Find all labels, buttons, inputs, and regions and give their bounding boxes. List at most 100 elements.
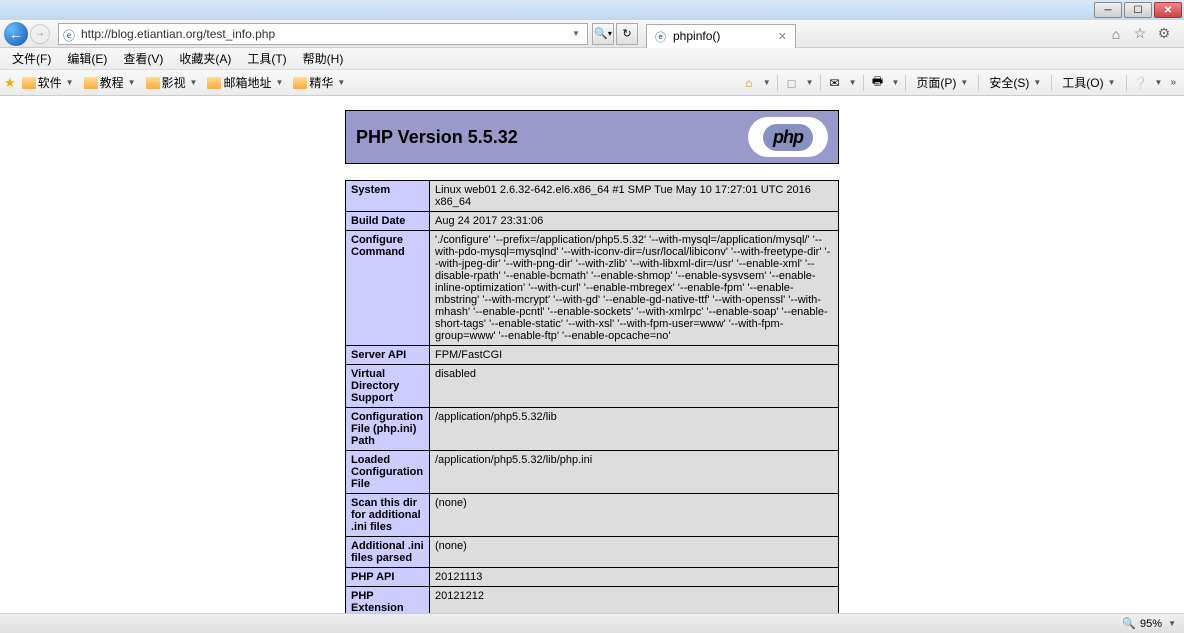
- row-value: /application/php5.5.32/lib/php.ini: [430, 451, 839, 494]
- tab-title: phpinfo(): [673, 29, 770, 43]
- row-label: PHP API: [346, 568, 430, 587]
- folder-icon: [207, 77, 221, 89]
- row-label: Loaded Configuration File: [346, 451, 430, 494]
- php-logo: php: [748, 117, 828, 157]
- bookmark-item[interactable]: 精华 ▼: [289, 72, 349, 93]
- settings-gear-icon[interactable]: ⚙: [1156, 26, 1172, 42]
- folder-icon: [146, 77, 160, 89]
- url-dropdown-icon[interactable]: ▼: [569, 29, 583, 38]
- table-row: Configure Command'./configure' '--prefix…: [346, 231, 839, 346]
- table-row: Additional .ini files parsed(none): [346, 537, 839, 568]
- chevron-down-icon: ▼: [892, 78, 900, 87]
- table-row: Build DateAug 24 2017 23:31:06: [346, 212, 839, 231]
- window-close-button[interactable]: ✕: [1154, 2, 1182, 18]
- chevron-down-icon: ▼: [128, 78, 136, 87]
- table-row: Server APIFPM/FastCGI: [346, 346, 839, 365]
- page-label: 页面(P): [916, 74, 956, 91]
- menu-help[interactable]: 帮助(H): [295, 48, 352, 69]
- chevron-down-icon: ▼: [849, 78, 857, 87]
- ie-icon: ⓔ: [63, 27, 77, 41]
- menu-view[interactable]: 查看(V): [115, 48, 171, 69]
- row-value: Aug 24 2017 23:31:06: [430, 212, 839, 231]
- chevron-down-icon: ▼: [66, 78, 74, 87]
- chevron-down-icon: ▼: [1168, 619, 1176, 628]
- zoom-icon: 🔍: [1122, 617, 1136, 630]
- status-bar: 🔍 95% ▼: [0, 613, 1184, 633]
- row-label: Configure Command: [346, 231, 430, 346]
- bookmark-item[interactable]: 软件 ▼: [18, 72, 78, 93]
- bookmark-label: 影视: [162, 74, 186, 91]
- safety-label: 安全(S): [989, 74, 1029, 91]
- bookmark-label: 精华: [309, 74, 333, 91]
- url-text: http://blog.etiantian.org/test_info.php: [81, 27, 569, 41]
- home-icon[interactable]: ⌂: [1108, 26, 1124, 42]
- table-row: Loaded Configuration File/application/ph…: [346, 451, 839, 494]
- feeds-icon[interactable]: ◻: [784, 75, 800, 91]
- menu-favorites[interactable]: 收藏夹(A): [171, 48, 239, 69]
- print-icon[interactable]: 🖶: [870, 75, 886, 91]
- safety-menu[interactable]: 安全(S)▼: [985, 72, 1045, 93]
- bookmark-label: 软件: [38, 74, 62, 91]
- zoom-control[interactable]: 🔍 95% ▼: [1122, 617, 1176, 630]
- address-bar[interactable]: ⓔ http://blog.etiantian.org/test_info.ph…: [58, 23, 588, 45]
- table-row: PHP Extension20121212: [346, 587, 839, 614]
- page-content: PHP Version 5.5.32 php SystemLinux web01…: [0, 96, 1184, 613]
- row-value: './configure' '--prefix=/application/php…: [430, 231, 839, 346]
- menu-edit[interactable]: 编辑(E): [59, 48, 115, 69]
- bookmark-item[interactable]: 邮箱地址▼: [203, 72, 287, 93]
- menu-file[interactable]: 文件(F): [4, 48, 59, 69]
- row-label: Additional .ini files parsed: [346, 537, 430, 568]
- window-minimize-button[interactable]: ─: [1094, 2, 1122, 18]
- help-icon[interactable]: ❔: [1133, 75, 1149, 91]
- phpinfo-table: SystemLinux web01 2.6.32-642.el6.x86_64 …: [345, 180, 839, 613]
- chevron-down-icon: ▼: [275, 78, 283, 87]
- page-menu[interactable]: 页面(P)▼: [912, 72, 972, 93]
- table-row: PHP API20121113: [346, 568, 839, 587]
- row-value: FPM/FastCGI: [430, 346, 839, 365]
- row-label: Server API: [346, 346, 430, 365]
- window-maximize-button[interactable]: ☐: [1124, 2, 1152, 18]
- bookmark-item[interactable]: 教程 ▼: [80, 72, 140, 93]
- php-version-title: PHP Version 5.5.32: [356, 127, 518, 148]
- back-button[interactable]: ←: [4, 22, 28, 46]
- row-value: (none): [430, 494, 839, 537]
- favorites-icon[interactable]: ★: [4, 75, 16, 91]
- ie-icon: ⓔ: [655, 29, 669, 43]
- row-value: 20121113: [430, 568, 839, 587]
- phpinfo-header: PHP Version 5.5.32 php: [345, 110, 839, 164]
- search-button[interactable]: 🔍▾: [592, 23, 614, 45]
- row-value: /application/php5.5.32/lib: [430, 408, 839, 451]
- row-value: 20121212: [430, 587, 839, 614]
- more-chevron-icon[interactable]: »: [1166, 77, 1180, 88]
- tools-label: 工具(O): [1062, 74, 1103, 91]
- table-row: SystemLinux web01 2.6.32-642.el6.x86_64 …: [346, 181, 839, 212]
- favorites-star-icon[interactable]: ☆: [1132, 26, 1148, 42]
- refresh-button[interactable]: ↻: [616, 23, 638, 45]
- chevron-down-icon: ▼: [806, 78, 814, 87]
- zoom-value: 95%: [1140, 618, 1162, 630]
- tab-close-icon[interactable]: ✕: [778, 30, 787, 43]
- menu-tools[interactable]: 工具(T): [239, 48, 294, 69]
- table-row: Configuration File (php.ini) Path/applic…: [346, 408, 839, 451]
- row-label: Build Date: [346, 212, 430, 231]
- tools-menu[interactable]: 工具(O) ▼: [1058, 72, 1119, 93]
- php-logo-text: php: [763, 124, 813, 151]
- forward-button[interactable]: →: [30, 24, 50, 44]
- mail-icon[interactable]: ✉: [827, 75, 843, 91]
- chevron-down-icon: ▼: [190, 78, 198, 87]
- chevron-down-icon: ▼: [1108, 78, 1116, 87]
- browser-tab[interactable]: ⓔ phpinfo() ✕: [646, 24, 796, 48]
- row-value: disabled: [430, 365, 839, 408]
- folder-icon: [84, 77, 98, 89]
- home-icon[interactable]: ⌂: [741, 75, 757, 91]
- menu-bar: 文件(F) 编辑(E) 查看(V) 收藏夹(A) 工具(T) 帮助(H): [0, 48, 1184, 70]
- row-label: Virtual Directory Support: [346, 365, 430, 408]
- chevron-down-icon: ▼: [1155, 78, 1163, 87]
- bookmark-item[interactable]: 影视 ▼: [142, 72, 202, 93]
- chevron-down-icon: ▼: [337, 78, 345, 87]
- row-label: Configuration File (php.ini) Path: [346, 408, 430, 451]
- row-label: System: [346, 181, 430, 212]
- bookmark-label: 教程: [100, 74, 124, 91]
- row-value: Linux web01 2.6.32-642.el6.x86_64 #1 SMP…: [430, 181, 839, 212]
- chevron-down-icon: ▼: [763, 78, 771, 87]
